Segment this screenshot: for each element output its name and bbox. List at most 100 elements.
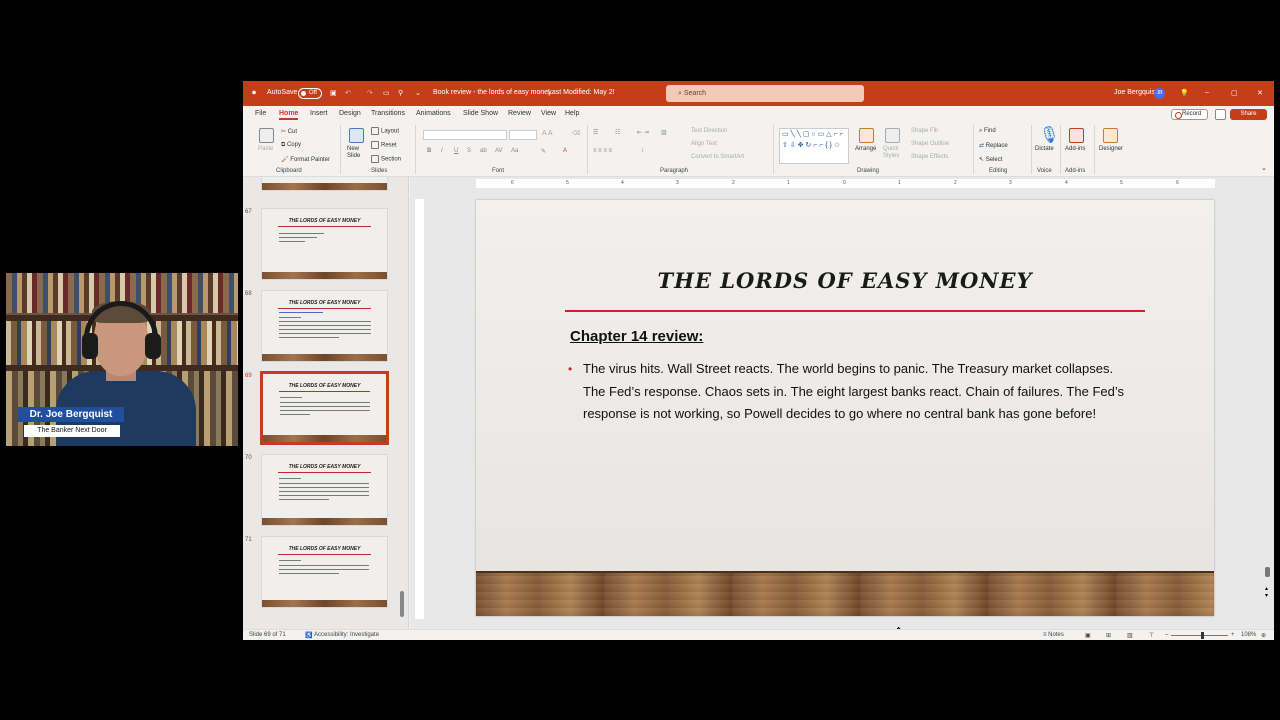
select-button[interactable]: ↖ Select xyxy=(979,156,1002,163)
format-painter-qat-icon[interactable]: ⚲ xyxy=(398,89,403,97)
highlight-icon[interactable]: ✎ xyxy=(541,148,546,155)
font-family-select[interactable] xyxy=(423,130,507,140)
slide-thumbnail[interactable]: THE LORDS OF EASY MONEY xyxy=(261,454,388,526)
shapes-gallery[interactable]: ▭ ╲ ╲ ▢ ○ ▭ △ ⌐ ⌐ ⇧ ⇩ ✥ ↻ ⌐ ⌐ { } ☆ xyxy=(779,128,849,164)
zoom-level[interactable]: 108% xyxy=(1241,632,1256,638)
numbering-icon[interactable]: ☷ xyxy=(615,129,620,136)
slide-thumbnail-partial[interactable] xyxy=(261,177,388,191)
indent-icon[interactable]: ⇤ ⇥ xyxy=(637,129,649,136)
shadow-button[interactable]: S xyxy=(467,148,471,154)
editor-scrollbar[interactable]: ▴ ▾ xyxy=(1265,183,1271,623)
dictate-button[interactable]: Dictate xyxy=(1035,146,1054,152)
last-modified[interactable]: Last Modified: May 2! xyxy=(548,89,615,96)
normal-view-icon[interactable]: ▣ xyxy=(1085,632,1091,639)
tab-insert[interactable]: Insert xyxy=(310,110,328,117)
thumbnail-scrollbar[interactable] xyxy=(400,183,405,623)
accessibility-status[interactable]: Accessibility: Investigate xyxy=(314,632,379,638)
slide-title[interactable]: THE LORDS OF EASY MONEY xyxy=(476,268,1214,293)
shape-effects-button[interactable]: Shape Effects xyxy=(911,154,948,160)
minimize-icon[interactable]: – xyxy=(1205,89,1209,96)
slide-sorter-icon[interactable]: ⊞ xyxy=(1106,632,1111,639)
lightbulb-icon[interactable]: 💡 xyxy=(1180,89,1189,97)
tab-review[interactable]: Review xyxy=(508,110,531,117)
record-button[interactable]: Record xyxy=(1171,109,1208,120)
avatar[interactable]: JB xyxy=(1154,88,1165,99)
zoom-slider-thumb[interactable] xyxy=(1201,632,1204,639)
font-color-icon[interactable]: A xyxy=(563,148,567,154)
zoom-in-icon[interactable]: + xyxy=(1231,632,1235,638)
cut-button[interactable]: ✂ Cut xyxy=(281,128,297,135)
shape-outline-button[interactable]: Shape Outline xyxy=(911,141,949,147)
designer-icon[interactable] xyxy=(1103,128,1118,143)
columns-icon[interactable]: ▥ xyxy=(661,129,667,136)
slide-thumbnail[interactable]: THE LORDS OF EASY MONEY xyxy=(261,536,388,608)
tab-animations[interactable]: Animations xyxy=(416,110,451,117)
save-icon[interactable]: ▣ xyxy=(330,89,337,97)
quick-access-more-icon[interactable]: ⌄ xyxy=(415,89,421,97)
new-slide-button[interactable]: New Slide xyxy=(347,146,371,160)
tab-slide-show[interactable]: Slide Show xyxy=(463,110,498,117)
zoom-out-icon[interactable]: – xyxy=(1165,632,1168,638)
share-button[interactable]: Share xyxy=(1230,109,1267,120)
tab-design[interactable]: Design xyxy=(339,110,361,117)
reset-button[interactable]: Reset xyxy=(371,141,397,149)
section-button[interactable]: Section xyxy=(371,155,401,163)
replace-button[interactable]: ⇄ Replace xyxy=(979,142,1008,149)
reading-view-icon[interactable]: ▥ xyxy=(1127,632,1133,639)
convert-smartart-button[interactable]: Convert to SmartArt xyxy=(691,154,744,160)
tab-file[interactable]: File xyxy=(255,110,266,117)
copy-button[interactable]: ⧉ Copy xyxy=(281,142,301,149)
collapse-ribbon-icon[interactable]: ⌄ xyxy=(1261,164,1267,172)
tab-home[interactable]: Home xyxy=(279,110,299,120)
designer-button[interactable]: Designer xyxy=(1099,146,1123,152)
addins-icon[interactable] xyxy=(1069,128,1084,143)
scrollbar-thumb[interactable] xyxy=(400,591,404,617)
find-button[interactable]: ⌕ Find xyxy=(979,128,996,135)
document-title[interactable]: Book review - the lords of easy money xyxy=(433,89,552,96)
arrange-button[interactable]: Arrange xyxy=(855,146,876,152)
slide-thumbnail[interactable]: THE LORDS OF EASY MONEY xyxy=(261,208,388,280)
new-slide-icon[interactable] xyxy=(349,128,364,143)
quick-styles-icon[interactable] xyxy=(885,128,900,143)
format-painter-button[interactable]: 🖌 Format Painter xyxy=(281,156,330,163)
layout-button[interactable]: Layout xyxy=(371,127,399,135)
font-size-buttons[interactable]: A A xyxy=(542,130,553,137)
scrollbar-thumb[interactable] xyxy=(1265,567,1270,577)
comments-icon[interactable] xyxy=(1215,109,1226,120)
fit-to-window-icon[interactable]: ⊕ xyxy=(1261,632,1266,639)
change-case-button[interactable]: Aa xyxy=(511,148,518,154)
slideshow-icon[interactable]: ⊤ xyxy=(1149,632,1154,639)
bullets-icon[interactable]: ☰ xyxy=(593,129,598,136)
clear-formatting-icon[interactable]: ⌫ xyxy=(572,130,580,137)
maximize-icon[interactable]: ▢ xyxy=(1231,89,1238,97)
paste-button[interactable]: Paste xyxy=(258,146,273,152)
shape-fill-button[interactable]: Shape Fill xyxy=(911,128,938,134)
tab-help[interactable]: Help xyxy=(565,110,579,117)
zoom-slider[interactable] xyxy=(1171,635,1228,636)
notes-button[interactable]: ≡ Notes xyxy=(1043,632,1064,638)
line-spacing-icon[interactable]: ↕ xyxy=(641,148,644,154)
strikethrough-button[interactable]: ab xyxy=(480,148,487,154)
quick-styles-button[interactable]: Quick Styles xyxy=(883,146,905,160)
tab-view[interactable]: View xyxy=(541,110,556,117)
user-name[interactable]: Joe Bergquist xyxy=(1114,89,1157,96)
bullet-text[interactable]: The virus hits. Wall Street reacts. The … xyxy=(568,358,1128,426)
align-buttons[interactable]: ≡ ≡ ≡ ≡ xyxy=(593,148,612,154)
accessibility-icon[interactable]: ♿ xyxy=(305,632,312,639)
microphone-icon[interactable]: 🎙 xyxy=(1039,125,1059,145)
close-icon[interactable]: ✕ xyxy=(1257,89,1263,97)
italic-button[interactable]: I xyxy=(441,148,443,154)
search-input[interactable]: ⌕ Search xyxy=(666,85,864,102)
addins-button[interactable]: Add-ins xyxy=(1065,146,1085,152)
font-size-select[interactable] xyxy=(509,130,537,140)
undo-icon[interactable]: ↶ xyxy=(345,89,351,97)
tab-transitions[interactable]: Transitions xyxy=(371,110,405,117)
redo-icon[interactable]: ↷ xyxy=(367,89,373,97)
autosave-toggle[interactable]: Off xyxy=(298,88,322,99)
chapter-heading[interactable]: Chapter 14 review: xyxy=(570,328,703,345)
align-text-button[interactable]: Align Text xyxy=(691,141,717,147)
slide-canvas[interactable]: THE LORDS OF EASY MONEY Chapter 14 revie… xyxy=(476,200,1214,616)
slideshow-start-icon[interactable]: ▭ xyxy=(383,89,390,97)
underline-button[interactable]: U xyxy=(454,148,458,154)
text-direction-button[interactable]: Text Direction xyxy=(691,128,727,134)
